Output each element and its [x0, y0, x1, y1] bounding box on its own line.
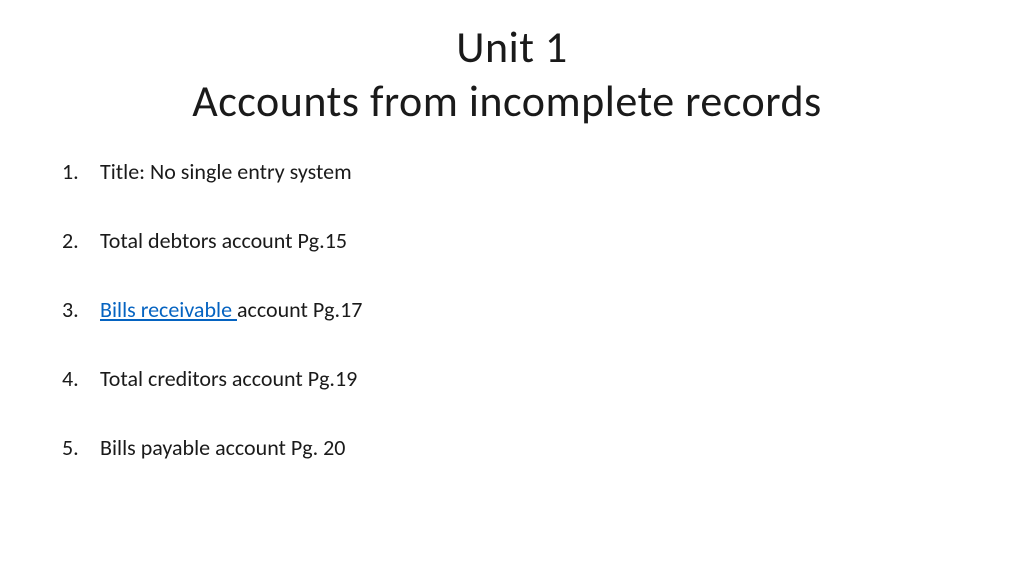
list-marker: 1.	[60, 158, 100, 185]
list-item: 2. Total debtors account Pg.15	[60, 227, 974, 254]
list-marker: 4.	[60, 365, 100, 392]
list-item: 5. Bills payable account Pg. 20	[60, 434, 974, 461]
list-item: 3. Bills receivable account Pg.17	[60, 296, 974, 323]
list-item: 4. Total creditors account Pg.19	[60, 365, 974, 392]
list-item: 1. Title: No single entry system	[60, 158, 974, 185]
title-line-1: Unit 1	[50, 20, 974, 74]
list-text: Total debtors account Pg.15	[100, 227, 974, 254]
list-text: Total creditors account Pg.19	[100, 365, 974, 392]
list-marker: 2.	[60, 227, 100, 254]
title-line-2: Accounts from incomplete records	[40, 74, 974, 128]
list-text: Bills receivable account Pg.17	[100, 296, 974, 323]
list-text: Bills payable account Pg. 20	[100, 434, 974, 461]
list-marker: 3.	[60, 296, 100, 323]
list-marker: 5.	[60, 434, 100, 461]
slide-title: Unit 1 Accounts from incomplete records	[50, 20, 974, 128]
list-text: Title: No single entry system	[100, 158, 974, 185]
list-text-rest: account Pg.17	[237, 296, 362, 323]
content-list: 1. Title: No single entry system 2. Tota…	[50, 158, 974, 461]
bills-receivable-link[interactable]: Bills receivable	[100, 296, 237, 323]
